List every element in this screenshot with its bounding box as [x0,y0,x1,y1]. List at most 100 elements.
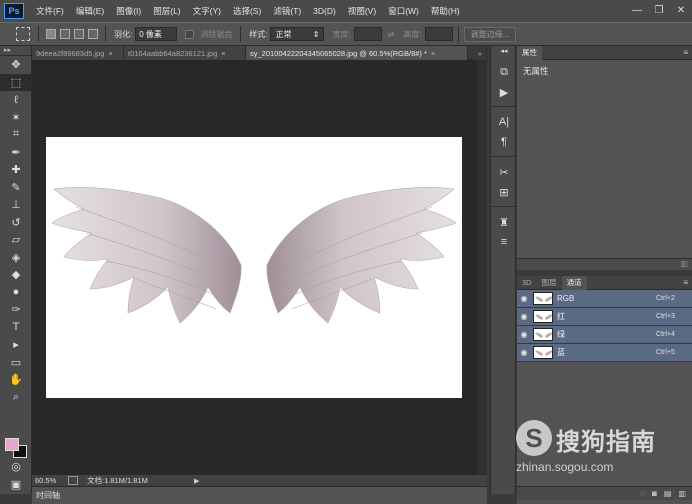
channel-row-green[interactable]: ◉ 绿 Ctrl+4 [517,326,692,344]
type-tool-icon[interactable]: T [0,319,32,337]
character-panel-icon[interactable]: A| [491,112,517,132]
trash-icon[interactable]: ▥ [680,259,688,270]
healing-brush-tool-icon[interactable]: ✚ [0,161,32,179]
eye-icon[interactable]: ◉ [517,294,531,303]
options-bar: 羽化: 0 像素 消除锯齿 样式: 正常 ⇕ 宽度: ⇄ 高度: 调整边缘... [0,22,692,46]
panel-menu-icon[interactable]: ≡ [683,278,688,287]
channel-name: 绿 [557,330,565,339]
menu-edit[interactable]: 编辑(E) [70,0,110,22]
color-swatches[interactable] [5,438,29,460]
channel-row-blue[interactable]: ◉ 蓝 Ctrl+5 [517,344,692,362]
channel-row-rgb[interactable]: ◉ RGB Ctrl+2 [517,290,692,308]
tab-layers[interactable]: 图层 [537,276,562,290]
style-select[interactable]: 正常 ⇕ [270,27,325,41]
shape-tool-icon[interactable]: ▭ [0,354,32,372]
paragraph-panel-icon[interactable]: ¶ [491,132,517,152]
load-selection-icon[interactable]: ◌ [640,489,645,498]
eraser-tool-icon[interactable]: ▱ [0,231,32,249]
menu-help[interactable]: 帮助(H) [425,0,466,22]
rect-marquee-preset-icon[interactable] [16,27,30,41]
clone-stamp-tool-icon[interactable]: ⊥ [0,196,32,214]
close-icon[interactable]: ✕ [674,3,688,17]
clone-source-icon[interactable]: ♜ [491,212,517,232]
tab-properties[interactable]: 属性 [517,45,542,60]
new-selection-icon[interactable] [46,29,56,39]
tab-channels[interactable]: 通道 [561,275,587,290]
rect-marquee-tool-icon[interactable]: ⬚ [0,73,32,91]
doc-tab-label: t0164aabb64a8236121.jpg [128,48,218,58]
channels-panel-footer: ◌ ◙ ▤ ▥ [517,486,692,500]
menu-layer[interactable]: 图层(L) [147,0,186,22]
restore-icon[interactable]: ❐ [652,3,666,17]
status-menu-arrow-icon[interactable]: ▶ [194,477,199,485]
refine-edge-button[interactable]: 调整边缘... [463,26,517,42]
menu-select[interactable]: 选择(S) [227,0,267,22]
menu-image[interactable]: 图像(I) [110,0,147,22]
add-selection-icon[interactable] [60,29,70,39]
eye-icon[interactable]: ◉ [517,330,531,339]
brush-panel-icon[interactable]: ⊞ [491,182,517,202]
menu-file[interactable]: 文件(F) [30,0,70,22]
history-brush-tool-icon[interactable]: ↺ [0,214,32,232]
dodge-tool-icon[interactable]: ● [0,284,32,302]
minimize-icon[interactable]: — [630,3,644,17]
swap-icon[interactable]: ⇄ [388,30,395,39]
menu-filter[interactable]: 滤镜(T) [267,0,307,22]
magic-wand-tool-icon[interactable]: ✶ [0,109,32,127]
close-icon[interactable]: × [431,49,435,58]
zoom-level[interactable]: 60.5% [32,476,62,485]
quick-mask-icon[interactable]: ◎ [0,458,32,476]
lasso-tool-icon[interactable]: ℓ [0,91,32,109]
subtract-selection-icon[interactable] [74,29,84,39]
sogou-watermark: S 搜狗指南 zhinan.sogou.com [512,418,682,480]
brush-tool-icon[interactable]: ✎ [0,179,32,197]
foreground-color-swatch[interactable] [5,438,19,451]
vertical-scrollbar[interactable] [477,60,487,474]
menu-3d[interactable]: 3D(D) [307,0,342,22]
adjustments-panel-icon[interactable]: ≡ [491,232,517,252]
close-icon[interactable]: × [221,49,225,58]
doc-tab-1[interactable]: 9deea2f89683d5.jpg × [32,46,124,60]
more-tabs-icon[interactable]: » [473,46,487,60]
paint-bucket-tool-icon[interactable]: ◈ [0,249,32,267]
path-selection-tool-icon[interactable]: ▸ [0,336,32,354]
timeline-panel-tab[interactable]: 时间轴 [32,486,487,504]
crop-tool-icon[interactable]: ⌗ [0,126,32,144]
height-input[interactable] [424,27,453,41]
doc-tab-active[interactable]: sy_20100422204345065028.jpg @ 60.5%(RGB/… [246,46,468,60]
tab-3d[interactable]: 3D [517,276,537,290]
move-tool-icon[interactable]: ✥ [0,56,32,74]
actions-panel-icon[interactable]: ▶ [491,82,517,102]
history-panel-icon[interactable]: ⧉ [491,62,517,82]
eye-icon[interactable]: ◉ [517,348,531,357]
channel-row-red[interactable]: ◉ 红 Ctrl+3 [517,308,692,326]
no-properties-text: 无属性 [523,66,549,76]
screen-mode-icon[interactable]: ▣ [0,476,32,494]
pen-tool-icon[interactable]: ✑ [0,301,32,319]
tool-presets-icon[interactable]: ✂ [491,162,517,182]
feather-input[interactable]: 0 像素 [135,27,178,41]
new-channel-icon[interactable]: ▤ [664,489,672,498]
eyedropper-tool-icon[interactable]: ✒ [0,144,32,162]
strip-grip-icon[interactable]: ◂◂ [491,46,517,56]
antialias-checkbox[interactable] [185,29,195,39]
menu-view[interactable]: 视图(V) [342,0,382,22]
toolbar-grip-icon[interactable]: ▸▸ [0,46,31,56]
close-icon[interactable]: × [108,49,112,58]
menu-window[interactable]: 窗口(W) [382,0,425,22]
width-input[interactable] [353,27,382,41]
eye-icon[interactable]: ◉ [517,312,531,321]
blur-tool-icon[interactable]: ◆ [0,266,32,284]
document-info-icon[interactable] [68,476,78,485]
save-selection-icon[interactable]: ◙ [652,489,657,498]
intersect-selection-icon[interactable] [88,29,98,39]
canvas-area[interactable] [32,60,487,474]
menu-type[interactable]: 文字(Y) [187,0,227,22]
doc-tab-2[interactable]: t0164aabb64a8236121.jpg × [124,46,246,60]
panel-menu-icon[interactable]: ≡ [683,48,688,57]
document-canvas[interactable] [46,137,462,398]
zoom-tool-icon[interactable]: ⌕ [0,389,32,407]
hand-tool-icon[interactable]: ✋ [0,371,32,389]
document-size: 文档:1.81M/1.81M [87,476,148,485]
trash-icon[interactable]: ▥ [678,489,686,498]
